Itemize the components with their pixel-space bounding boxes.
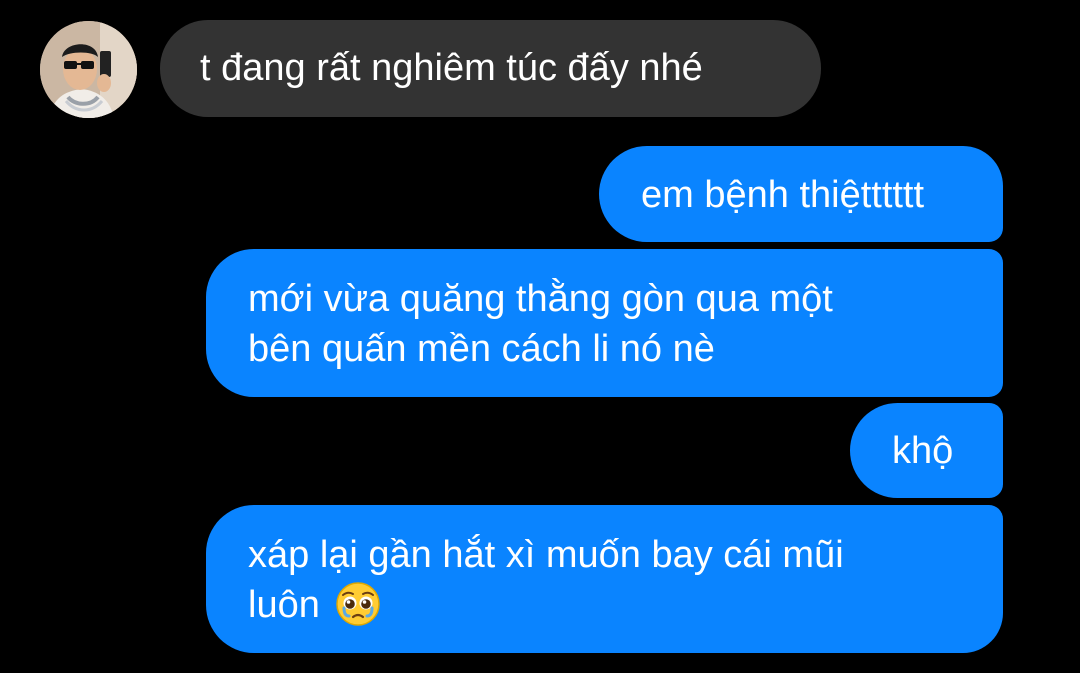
outgoing-message-bubble[interactable]: khộ (850, 403, 1003, 498)
outgoing-message-bubble[interactable]: xáp lại gần hắt xì muốn bay cái mũi luôn (206, 505, 1003, 653)
message-text-line: bên quấn mền cách li nó nè (248, 328, 715, 370)
outgoing-message-bubble[interactable]: em bệnh thiệtttttt (599, 146, 1003, 242)
message-text: em bệnh thiệtttttt (641, 174, 925, 216)
message-text-line: xáp lại gần hắt xì muốn bay cái mũi (248, 534, 844, 576)
message-text-line: mới vừa quăng thằng gòn qua một (248, 278, 833, 320)
message-text: khộ (892, 430, 954, 472)
message-text: t đang rất nghiêm túc đấy nhé (200, 47, 703, 89)
contact-avatar-photo (40, 21, 137, 118)
incoming-message-bubble[interactable]: t đang rất nghiêm túc đấy nhé (160, 20, 821, 117)
contact-avatar[interactable] (40, 21, 137, 118)
message-text-line-with-emoji: luôn (248, 580, 961, 630)
pleading-face-icon (336, 582, 381, 626)
outgoing-message-bubble[interactable]: mới vừa quăng thằng gòn qua một bên quấn… (206, 249, 1003, 397)
message-text: luôn (248, 584, 320, 626)
chat-thread: t đang rất nghiêm túc đấy nhé em bệnh th… (0, 0, 1080, 673)
